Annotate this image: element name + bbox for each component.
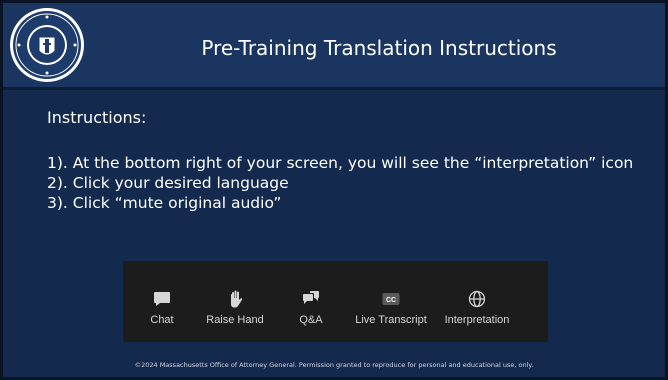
toolbar-label-raise-hand: Raise Hand xyxy=(206,314,264,326)
slide-header: Pre-Training Translation Instructions xyxy=(3,3,665,87)
copyright-footer: ©2024 Massachusetts Office of Attorney G… xyxy=(134,361,534,369)
closed-caption-icon: CC xyxy=(381,289,401,309)
instructions-heading: Instructions: xyxy=(47,108,147,127)
massachusetts-seal-icon xyxy=(9,7,85,83)
toolbar-label-live-transcript: Live Transcript xyxy=(355,314,427,326)
cc-icon-text: CC xyxy=(386,297,396,304)
toolbar-chat[interactable]: Chat xyxy=(137,289,187,327)
page-title: Pre-Training Translation Instructions xyxy=(201,36,557,60)
instruction-step: 2). Click your desired language xyxy=(47,174,289,192)
instruction-step: 1). At the bottom right of your screen, … xyxy=(47,154,634,172)
slide: Pre-Training Translation Instructions In… xyxy=(0,0,668,380)
toolbar-label-chat: Chat xyxy=(150,314,174,326)
instruction-step: 3). Click “mute original audio” xyxy=(47,194,282,212)
toolbar-label-interpretation: Interpretation xyxy=(444,314,510,326)
toolbar-interpretation[interactable]: Interpretation xyxy=(435,289,519,327)
toolbar-qa[interactable]: Q&A xyxy=(291,289,331,327)
toolbar-live-transcript[interactable]: CC Live Transcript xyxy=(351,289,431,327)
qa-icon xyxy=(301,289,321,309)
toolbar-label-qa: Q&A xyxy=(299,314,323,326)
toolbar-raise-hand[interactable]: Raise Hand xyxy=(203,289,267,327)
globe-icon xyxy=(467,289,487,309)
chat-icon xyxy=(152,289,172,309)
meeting-toolbar-screenshot: Chat Raise Hand Q&A CC Live Transcript I… xyxy=(123,261,548,342)
raise-hand-icon xyxy=(225,289,245,309)
instructions-list: 1). At the bottom right of your screen, … xyxy=(47,153,637,213)
